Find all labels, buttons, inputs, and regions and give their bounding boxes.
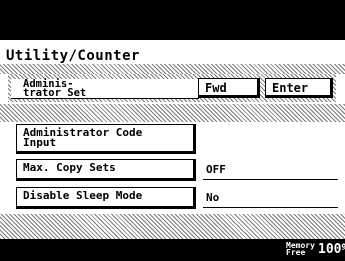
hatched-divider: [0, 214, 345, 239]
disable-sleep-mode-button[interactable]: Disable Sleep Mode: [16, 187, 196, 209]
memory-free-value: 100%: [318, 242, 345, 257]
fwd-button[interactable]: Fwd: [198, 78, 260, 98]
administrator-set-label: Adminis- trator Set: [11, 79, 199, 99]
copier-control-panel: Utility/Counter Adminis- trator Set Fwd …: [0, 0, 345, 261]
hatched-divider: [0, 64, 345, 74]
status-bar: Memory Free 100%: [0, 239, 345, 261]
memory-free-label: Memory Free: [286, 242, 315, 257]
header-panel: Adminis- trator Set Fwd Enter: [8, 74, 336, 102]
disable-sleep-mode-value: No: [203, 190, 338, 208]
enter-button[interactable]: Enter: [265, 78, 333, 98]
hatched-divider: [0, 104, 345, 122]
memory-label-line2: Free: [286, 248, 306, 257]
max-copy-sets-button[interactable]: Max. Copy Sets: [16, 159, 196, 181]
top-black-bar: [0, 0, 345, 40]
administrator-code-input-button[interactable]: Administrator Code Input: [16, 124, 196, 154]
administrator-set-line2: trator Set: [23, 87, 87, 99]
button-label-line2: Input: [23, 136, 57, 149]
max-copy-sets-value: OFF: [203, 162, 338, 180]
page-title: Utility/Counter: [6, 48, 140, 64]
